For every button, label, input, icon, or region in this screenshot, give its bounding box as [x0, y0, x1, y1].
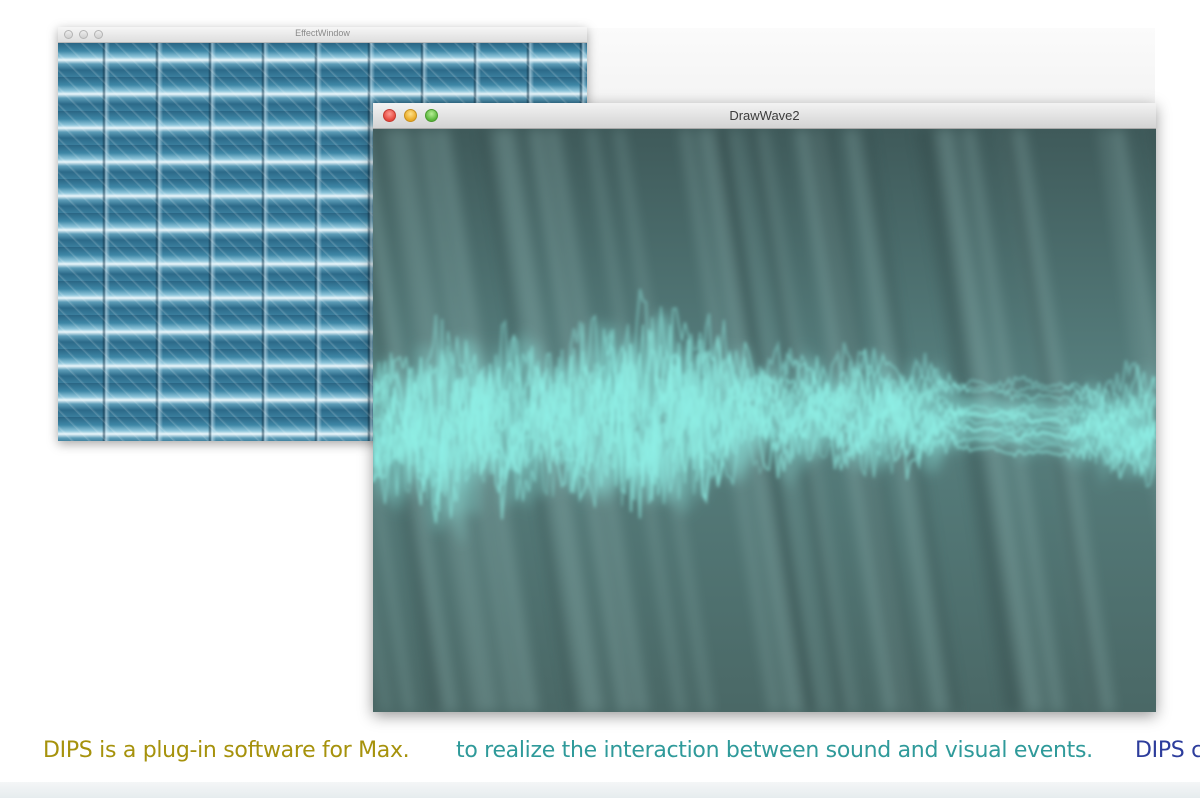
caption-part-2: to realize the interaction between sound… [456, 738, 1093, 763]
effect-window-title: EffectWindow [295, 28, 350, 38]
caption-part-3: DIPS c [1135, 738, 1200, 763]
waveform-visual [373, 129, 1156, 712]
caption-part-1: DIPS is a plug-in software for Max. [43, 738, 410, 763]
waveform-canvas[interactable] [373, 129, 1156, 712]
bottom-band [0, 782, 1200, 798]
drawwave-window-titlebar[interactable]: DrawWave2 [373, 103, 1156, 129]
background-window-strip [585, 28, 1155, 103]
drawwave-window-title: DrawWave2 [729, 108, 800, 123]
effect-window-titlebar[interactable]: EffectWindow [58, 27, 587, 43]
drawwave-window[interactable]: DrawWave2 [373, 103, 1156, 712]
